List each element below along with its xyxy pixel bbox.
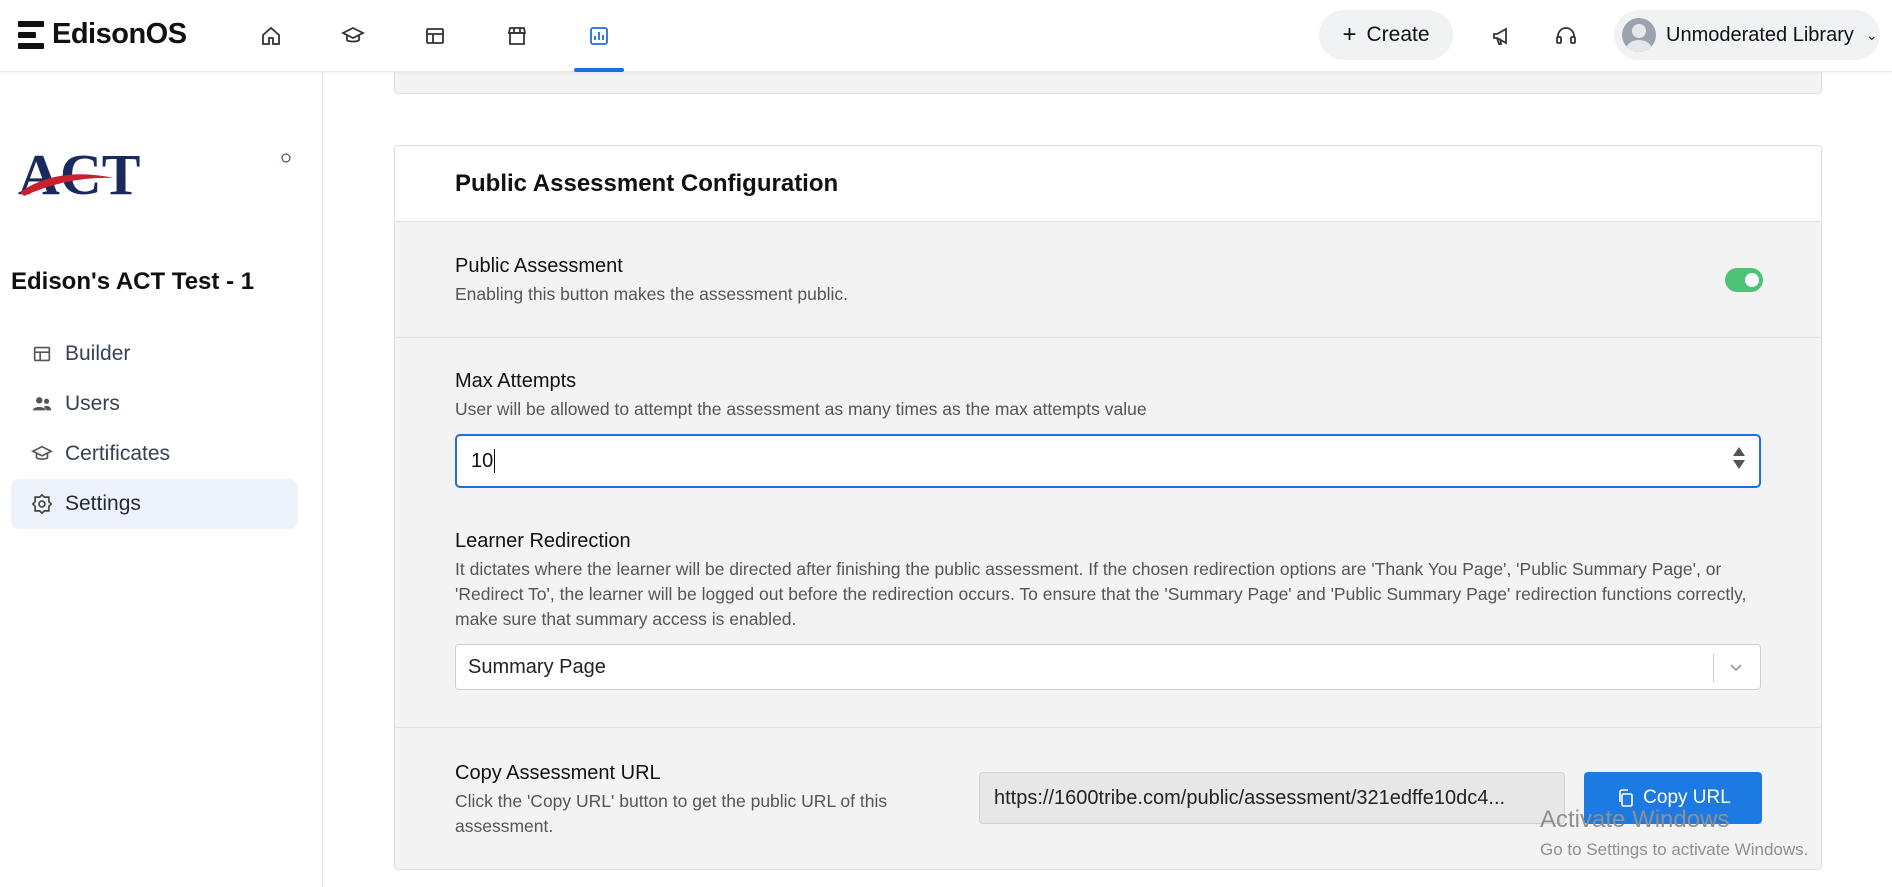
sidebar-item-certificates[interactable]: Certificates [11,429,298,479]
brand[interactable]: EdisonOS [18,18,187,51]
announcements-button[interactable] [1484,18,1520,54]
gear-icon [31,493,53,515]
sidebar-item-settings[interactable]: Settings [11,479,298,529]
copy-url-label: Copy URL [1643,787,1731,808]
certificate-icon [31,445,53,460]
public-assessment-title: Public Assessment [455,255,623,277]
chevron-down-icon [1730,664,1742,672]
sidebar: ACT Edison's ACT Test - 1 Builder Users … [0,72,323,887]
layout-icon [426,28,444,44]
copy-url-desc: Click the 'Copy URL' button to get the p… [455,791,888,836]
sidebar-item-label: Certificates [65,442,171,465]
max-attempts-stepper[interactable] [1733,447,1745,469]
card-title: Public Assessment Configuration [395,146,1821,222]
text-caret [494,449,496,473]
stepper-up-icon[interactable] [1733,447,1745,456]
nav-analytics[interactable] [558,0,640,72]
nav-home[interactable] [230,0,312,72]
chart-icon [590,27,608,45]
chevron-down-icon: ⌄ [1865,26,1878,43]
select-separator [1713,654,1714,682]
main-nav [230,0,640,72]
assessment-url-field[interactable]: https://1600tribe.com/public/assessment/… [979,772,1565,824]
megaphone-icon [1493,27,1507,45]
sidebar-item-builder[interactable]: Builder [11,329,298,379]
copy-icon [1619,789,1633,807]
learner-redirection-select[interactable]: Summary Page [455,644,1761,690]
nav-store[interactable] [476,0,558,72]
public-assessment-card: Public Assessment Configuration Public A… [394,145,1822,870]
support-button[interactable] [1548,18,1584,54]
headset-icon [1556,27,1576,44]
top-bar: EdisonOS + Create Unmoderated Library ⌄ [0,0,1892,72]
learner-redirection-desc: It dictates where the learner will be di… [455,559,1747,629]
plus-icon: + [1342,21,1357,48]
sidebar-item-label: Settings [65,492,141,515]
max-attempts-desc: User will be allowed to attempt the asse… [455,399,1147,419]
max-attempts-value: 10 [471,449,494,472]
learner-redirection-title: Learner Redirection [455,530,631,552]
brand-logo-icon [18,20,44,49]
sidebar-item-label: Users [65,392,120,415]
public-assessment-toggle[interactable] [1725,268,1763,292]
max-attempts-input[interactable]: 10 [455,434,1761,488]
act-logo: ACT [18,150,291,200]
public-assessment-desc: Enabling this button makes the assessmen… [455,284,848,304]
attempts-redirection-section: Max Attempts User will be allowed to att… [395,338,1821,728]
nav-courses[interactable] [312,0,394,72]
main-content: Public Assessment Configuration Public A… [324,62,1892,887]
avatar [1622,18,1656,52]
brand-name: EdisonOS [52,18,187,50]
create-label: Create [1366,23,1430,46]
copy-url-button[interactable]: Copy URL [1584,772,1762,824]
home-icon [262,26,280,45]
course-title: Edison's ACT Test - 1 [11,268,255,295]
create-button[interactable]: + Create [1319,10,1453,60]
learner-redirection-value: Summary Page [468,655,606,678]
nav-layout[interactable] [394,0,476,72]
copy-url-section: Copy Assessment URL Click the 'Copy URL'… [395,728,1821,869]
stepper-down-icon[interactable] [1733,460,1745,469]
sidebar-item-label: Builder [65,342,131,365]
store-icon [507,27,527,45]
user-name: Unmoderated Library [1666,23,1854,46]
public-assessment-section: Public Assessment Enabling this button m… [395,222,1821,338]
users-icon [32,397,52,411]
sidebar-item-users[interactable]: Users [11,379,298,429]
max-attempts-title: Max Attempts [455,370,577,392]
graduation-cap-icon [341,26,365,43]
user-menu[interactable]: Unmoderated Library ⌄ [1614,10,1880,60]
builder-icon [33,346,51,362]
